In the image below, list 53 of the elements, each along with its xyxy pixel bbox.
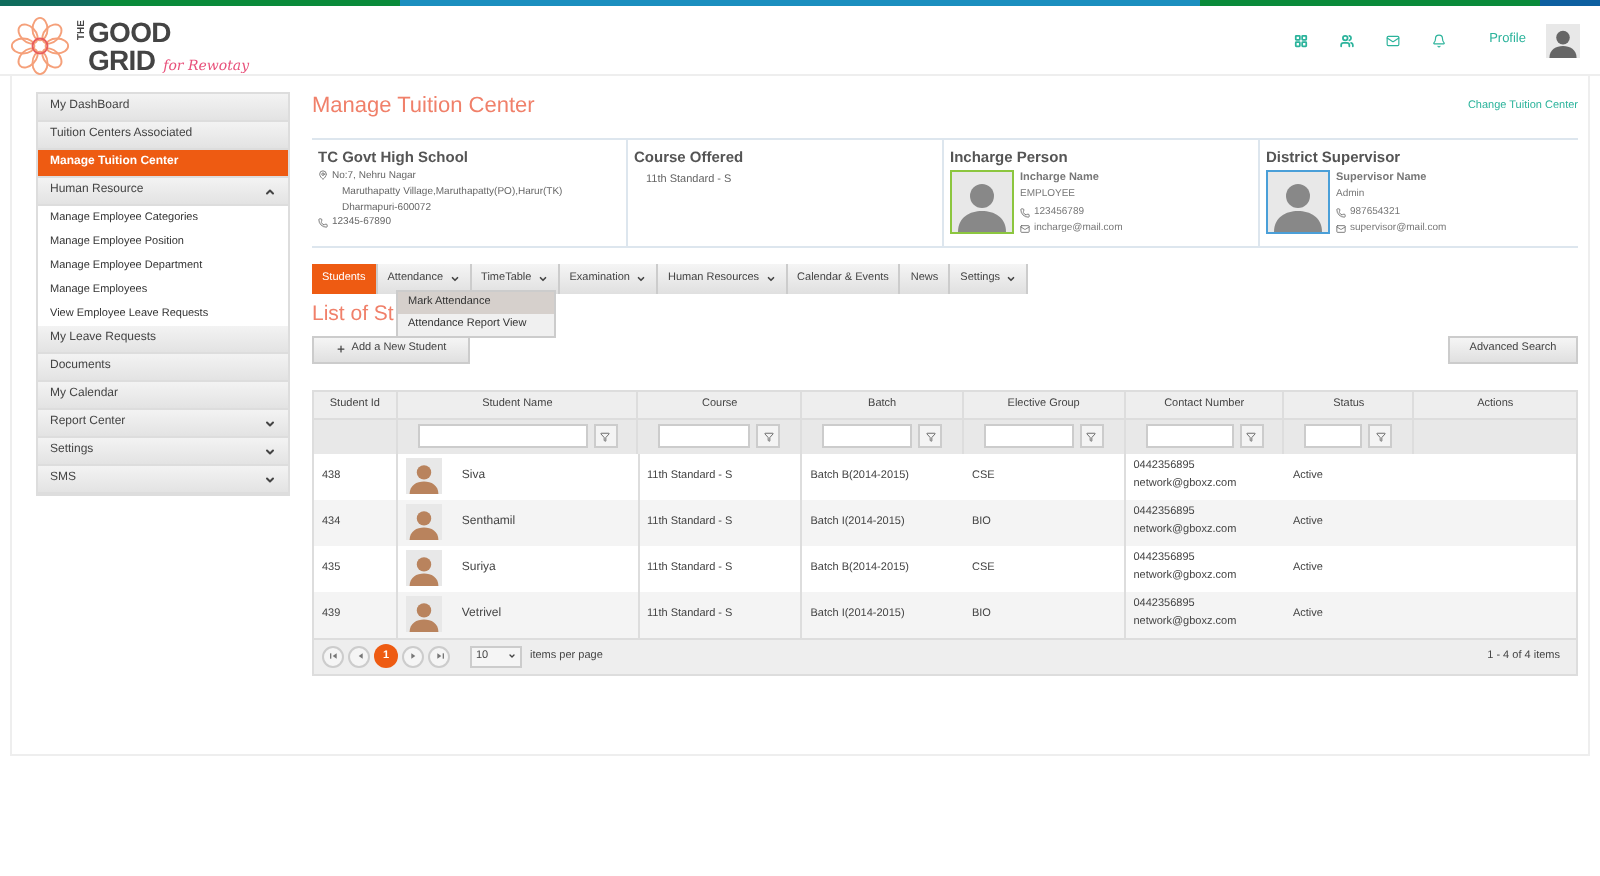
mail-icon	[1020, 224, 1030, 234]
filter-field[interactable]	[1145, 424, 1234, 448]
location-pin-icon	[318, 169, 328, 180]
flower-logo-icon	[10, 15, 70, 75]
caret-down-icon	[765, 273, 776, 283]
student-photo-icon	[405, 504, 442, 540]
users-icon[interactable]	[1339, 33, 1354, 47]
caret-down-icon	[449, 273, 460, 283]
caret-right-icon	[409, 652, 417, 660]
phone-icon	[318, 218, 328, 228]
skip-forward-icon	[435, 652, 443, 660]
grid-icon[interactable]	[1293, 33, 1308, 47]
notifications-icon[interactable]	[1431, 33, 1446, 47]
filter-button[interactable]	[593, 424, 618, 448]
filter-field[interactable]	[822, 424, 913, 448]
logo-text: GOOD	[88, 17, 173, 45]
filter-field[interactable]	[1304, 424, 1363, 448]
plus-icon	[335, 344, 346, 354]
last-page-button[interactable]	[428, 645, 450, 667]
filter-icon	[925, 431, 936, 441]
logo-text: GRID	[88, 45, 156, 73]
filter-field[interactable]	[658, 424, 751, 448]
filter-button[interactable]	[1079, 424, 1104, 448]
filter-field[interactable]	[983, 424, 1074, 448]
caret-down-icon	[636, 273, 646, 283]
filter-icon	[1246, 431, 1257, 441]
caret-down-icon	[508, 652, 516, 660]
caret-down-icon	[1006, 273, 1017, 283]
first-page-button[interactable]	[322, 645, 344, 667]
filter-button[interactable]	[1368, 424, 1393, 448]
page-title: Manage Tuition Center	[312, 92, 535, 122]
filter-icon	[600, 431, 611, 441]
student-photo-icon	[405, 550, 442, 586]
filter-icon	[1086, 431, 1097, 441]
filter-button[interactable]	[918, 424, 943, 448]
filter-button[interactable]	[1239, 424, 1264, 448]
phone-icon	[1020, 207, 1030, 217]
filter-field[interactable]	[417, 424, 588, 448]
list-heading: List of St	[312, 299, 394, 327]
filter-button[interactable]	[756, 424, 781, 448]
next-page-button[interactable]	[402, 645, 424, 667]
filter-icon	[1375, 431, 1386, 441]
caret-down-icon	[537, 273, 548, 283]
prev-page-button[interactable]	[348, 645, 370, 667]
profile-avatar-icon	[1546, 23, 1580, 57]
skip-back-icon	[329, 652, 337, 660]
mail-icon	[1336, 224, 1346, 234]
student-photo-icon	[405, 458, 442, 494]
caret-left-icon	[355, 652, 363, 660]
student-photo-icon	[405, 596, 442, 632]
phone-icon	[1336, 207, 1346, 217]
mail-icon[interactable]	[1385, 33, 1400, 47]
filter-icon	[763, 431, 774, 441]
